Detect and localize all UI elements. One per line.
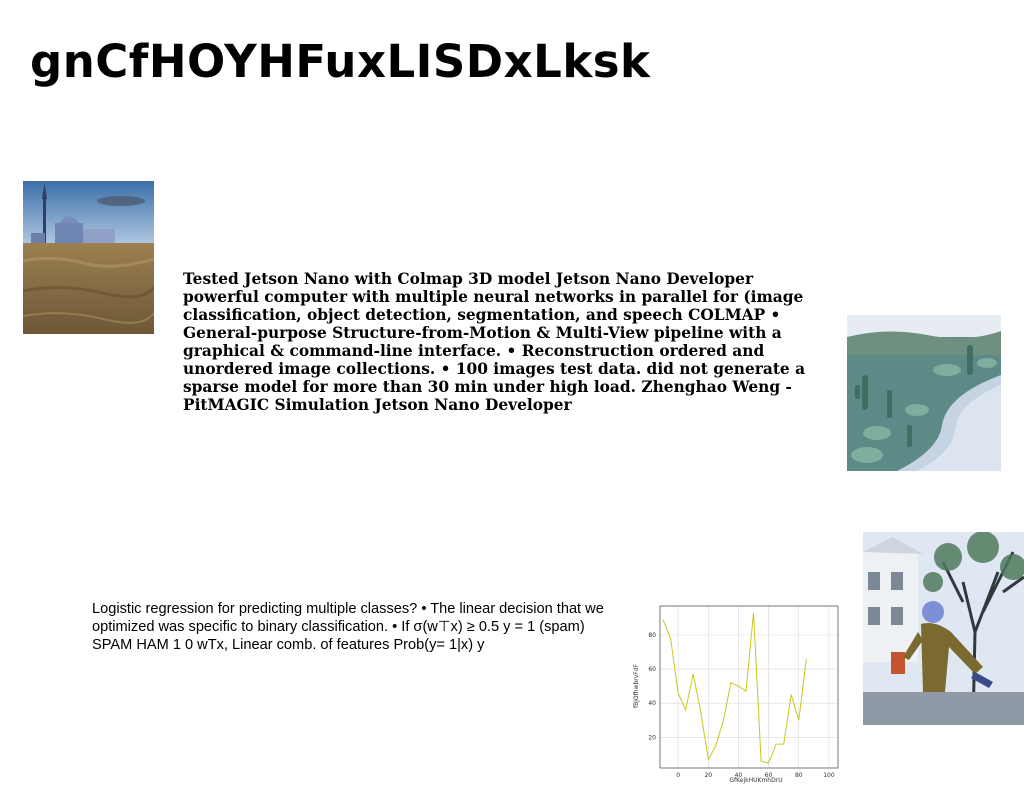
y-tick-label: 40 [648, 700, 656, 707]
x-tick-label: 20 [704, 772, 712, 779]
x-tick-label: 80 [795, 772, 803, 779]
slide-title: gnCfHOYHFuxLISDxLksk [30, 35, 651, 88]
y-tick-label: 80 [648, 632, 656, 639]
plot-frame [659, 605, 839, 769]
photo-street [863, 532, 1024, 725]
y-tick-label: 60 [648, 666, 656, 673]
x-tick-label: 100 [823, 772, 835, 779]
chart-grid [660, 606, 838, 768]
photo-cactus [847, 315, 1001, 471]
logistic-regression-paragraph: Logistic regression for predicting multi… [92, 601, 604, 653]
series-line [662, 612, 807, 764]
colmap-paragraph: Tested Jetson Nano with Colmap 3D model … [183, 270, 806, 414]
photo-venice [23, 181, 154, 334]
x-axis-label: GfKejkHUKmhDrU [729, 777, 782, 784]
x-tick-label: 0 [676, 772, 680, 779]
y-tick-label: 20 [648, 734, 656, 741]
chart-ticks: 0 20 40 60 80 10020406080 [648, 632, 834, 779]
y-axis-label: fBjOfhwbrvFdF [633, 663, 640, 708]
line-chart: 0 20 40 60 80 10020406080 fBjOfhwbrvFdF GfKej… [633, 605, 839, 784]
